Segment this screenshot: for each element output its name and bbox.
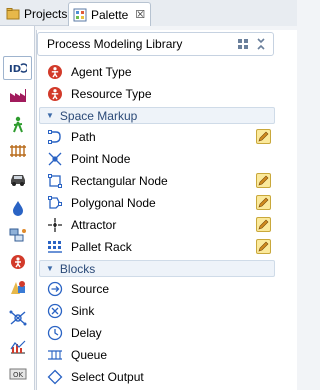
tab-palette-close-icon[interactable]: ☒ xyxy=(135,8,145,21)
list-item[interactable]: Polygonal Node xyxy=(37,192,278,214)
list-item-label: Rectangular Node xyxy=(71,174,168,188)
list-item[interactable]: Source xyxy=(37,278,278,300)
palette-icon xyxy=(73,8,87,22)
factory-icon[interactable] xyxy=(3,83,32,107)
list-item[interactable]: Agent Type xyxy=(37,61,278,83)
rail-icon[interactable] xyxy=(3,139,32,163)
polygonal-node-icon xyxy=(47,195,63,211)
pallet-rack-icon xyxy=(47,239,63,255)
collapse-triangle-icon[interactable]: ▼ xyxy=(46,264,54,273)
list-item[interactable]: Attractor xyxy=(37,214,278,236)
delay-icon xyxy=(47,325,63,341)
tab-palette[interactable]: Palette ☒ xyxy=(68,2,151,26)
list-item[interactable]: Point Node xyxy=(37,148,278,170)
svg-text:ID: ID xyxy=(9,64,21,75)
process-modeling-library-panel: Process Modeling Library Agent Type Reso… xyxy=(36,30,297,390)
section-blocks[interactable]: ▼ Blocks xyxy=(39,260,275,277)
list-item-label: Sink xyxy=(71,304,95,318)
list-item-label: Agent Type xyxy=(71,65,132,79)
road-traffic-icon[interactable] xyxy=(3,168,32,192)
path-icon xyxy=(47,129,63,145)
agent-type-icon xyxy=(47,64,63,80)
point-node-icon xyxy=(47,151,63,167)
grid-view-icon[interactable] xyxy=(237,38,249,53)
tab-projects-label: Projects xyxy=(24,7,68,21)
analysis-icon[interactable] xyxy=(3,335,32,359)
list-item-label: Select Output xyxy=(71,370,144,384)
attractor-icon xyxy=(47,217,63,233)
section-title: Blocks xyxy=(59,261,96,276)
list-item-label: Polygonal Node xyxy=(71,196,156,210)
list-item[interactable]: Select Output xyxy=(37,366,278,388)
presentation-icon[interactable] xyxy=(3,276,32,300)
list-item-label: Pallet Rack xyxy=(71,240,132,254)
tab-projects[interactable]: Projects xyxy=(2,2,70,26)
palette-category-strip: ID OK xyxy=(0,26,35,390)
space-markup-icon[interactable] xyxy=(3,306,32,330)
controls-icon[interactable]: OK xyxy=(3,362,32,386)
list-item[interactable]: Pallet Rack xyxy=(37,236,278,258)
pencil-icon[interactable] xyxy=(256,239,271,254)
pencil-icon[interactable] xyxy=(256,173,271,188)
tab-bar-filler xyxy=(151,0,297,26)
projects-icon xyxy=(6,7,20,21)
svg-text:OK: OK xyxy=(13,371,24,379)
sink-icon xyxy=(47,303,63,319)
source-icon xyxy=(47,281,63,297)
list-item[interactable]: Rectangular Node xyxy=(37,170,278,192)
tab-palette-label: Palette xyxy=(91,7,129,22)
select-output-icon xyxy=(47,369,63,385)
list-item-label: Resource Type xyxy=(71,87,152,101)
list-item[interactable]: Sink xyxy=(37,300,278,322)
list-item[interactable]: Queue xyxy=(37,344,278,366)
list-item[interactable]: Delay xyxy=(37,322,278,344)
collapse-triangle-icon[interactable]: ▼ xyxy=(46,111,54,120)
panel-header[interactable]: Process Modeling Library xyxy=(37,32,274,56)
panel-title: Process Modeling Library xyxy=(47,37,183,51)
list-item[interactable]: Path xyxy=(37,126,278,148)
scrollbar[interactable] xyxy=(283,60,293,390)
resource-type-icon xyxy=(47,86,63,102)
list-item[interactable]: Resource Type xyxy=(37,83,278,105)
list-item-label: Point Node xyxy=(71,152,131,166)
fluid-icon[interactable] xyxy=(3,196,32,220)
section-space-markup[interactable]: ▼ Space Markup xyxy=(39,107,275,124)
pencil-icon[interactable] xyxy=(256,217,271,232)
view-tab-bar: Projects Palette ☒ xyxy=(0,0,297,26)
list-item-label: Path xyxy=(71,130,96,144)
list-item-label: Delay xyxy=(71,326,102,340)
list-item-label: Queue xyxy=(71,348,108,362)
process-library-icon[interactable]: ID xyxy=(3,56,32,80)
person-icon[interactable] xyxy=(3,250,32,274)
section-title: Space Markup xyxy=(59,108,138,123)
pedestrian-icon[interactable] xyxy=(3,113,32,137)
list-item-label: Attractor xyxy=(71,218,117,232)
pencil-icon[interactable] xyxy=(256,195,271,210)
queue-icon xyxy=(47,347,63,363)
pencil-icon[interactable] xyxy=(256,129,271,144)
list-item-label: Source xyxy=(71,282,110,296)
rectangular-node-icon xyxy=(47,173,63,189)
collapse-all-icon[interactable] xyxy=(255,38,267,53)
agent-icon[interactable] xyxy=(3,223,32,247)
